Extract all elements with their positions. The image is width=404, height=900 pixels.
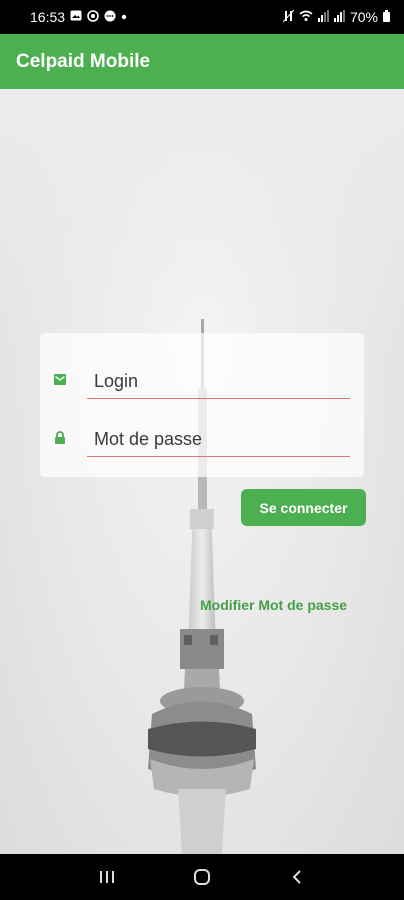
- back-icon: [292, 870, 301, 884]
- mail-icon: [54, 374, 66, 386]
- home-button[interactable]: [182, 857, 222, 897]
- whatsapp-icon: [87, 9, 99, 25]
- wifi-icon: [299, 10, 313, 25]
- battery-level: 70%: [349, 9, 378, 25]
- recent-apps-icon: [100, 871, 115, 883]
- connect-button[interactable]: Se connecter: [241, 489, 366, 526]
- back-button[interactable]: [277, 857, 317, 897]
- change-password-link[interactable]: Modifier Mot de passe: [200, 597, 347, 613]
- login-card: [40, 333, 364, 477]
- chat-icon: [104, 10, 116, 25]
- battery-icon: [383, 9, 390, 25]
- password-input[interactable]: [87, 427, 350, 457]
- mute-icon: [282, 9, 295, 25]
- lock-icon: [54, 431, 66, 444]
- status-time: 16:53: [30, 9, 66, 25]
- dot-icon: [121, 12, 127, 23]
- status-bar: 16:53 70%: [0, 0, 404, 34]
- home-icon: [193, 869, 210, 885]
- navigation-bar: [0, 854, 404, 900]
- status-bar-right: 70%: [282, 9, 390, 25]
- app-title: Celpaid Mobile: [16, 50, 151, 72]
- login-input[interactable]: [87, 369, 350, 399]
- signal-icon: [317, 9, 329, 25]
- signal-icon: [333, 9, 345, 25]
- recent-apps-button[interactable]: [87, 857, 127, 897]
- photo-icon: [70, 10, 82, 24]
- status-bar-left: 16:53: [30, 9, 127, 25]
- app-bar: Celpaid Mobile: [0, 34, 404, 89]
